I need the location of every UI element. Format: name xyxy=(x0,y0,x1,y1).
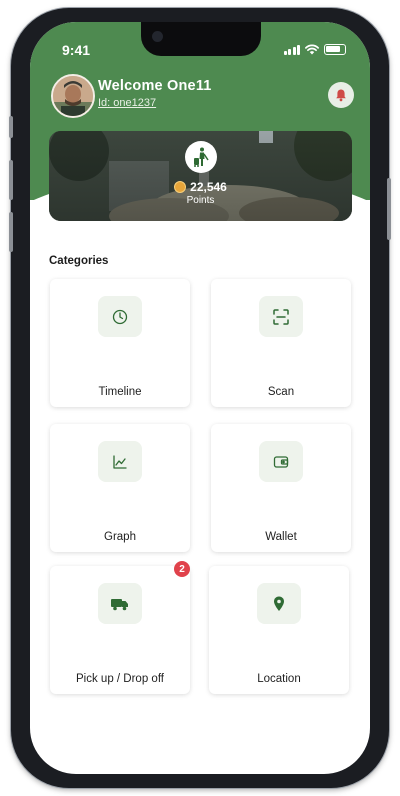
category-location[interactable]: Location xyxy=(209,566,349,694)
category-graph[interactable]: Graph xyxy=(50,424,190,552)
camera-icon xyxy=(152,31,163,42)
truck-icon xyxy=(98,583,142,624)
category-label: Pick up / Drop off xyxy=(76,673,164,685)
avatar[interactable] xyxy=(51,74,95,118)
profile-photo xyxy=(53,76,93,116)
cellular-signal-icon xyxy=(283,45,300,55)
points-value-row: 22,546 xyxy=(49,180,352,194)
notification-button[interactable] xyxy=(328,82,354,108)
category-pickup-dropoff[interactable]: Pick up / Drop off xyxy=(50,566,190,694)
points-value: 22,546 xyxy=(190,180,227,194)
categories-heading: Categories xyxy=(49,255,109,267)
scan-icon xyxy=(259,296,303,337)
user-id-link[interactable]: Id: one1237 xyxy=(98,97,156,109)
dynamic-notch xyxy=(141,22,261,56)
category-scan[interactable]: Scan xyxy=(211,279,351,407)
status-time: 9:41 xyxy=(62,42,91,58)
power-button xyxy=(387,178,391,240)
coin-icon xyxy=(174,181,187,193)
category-timeline[interactable]: Timeline xyxy=(50,279,190,407)
category-wallet[interactable]: Wallet xyxy=(211,424,351,552)
bell-icon xyxy=(336,89,346,102)
chart-icon xyxy=(98,441,142,482)
welcome-title: Welcome One11 xyxy=(98,78,212,94)
notification-badge: 2 xyxy=(174,561,190,577)
category-label: Wallet xyxy=(265,531,297,543)
app-screen: 9:41 Welcome One11 Id: one1237 22,546 Po… xyxy=(30,22,370,774)
location-pin-icon xyxy=(257,583,301,624)
volume-down-button xyxy=(9,212,13,252)
wifi-icon xyxy=(305,44,319,55)
category-label: Scan xyxy=(267,386,295,398)
points-banner[interactable]: 22,546 Points xyxy=(49,131,352,221)
status-icons xyxy=(283,44,346,55)
category-label: Location xyxy=(257,673,301,685)
wallet-icon xyxy=(259,441,303,482)
volume-up-button xyxy=(9,160,13,200)
category-label: Graph xyxy=(104,531,136,543)
mute-switch xyxy=(9,116,13,138)
category-label: Timeline xyxy=(98,386,142,398)
clock-icon xyxy=(98,296,142,337)
recycle-person-icon xyxy=(185,141,217,173)
points-label: Points xyxy=(186,195,215,206)
battery-icon xyxy=(324,44,346,55)
